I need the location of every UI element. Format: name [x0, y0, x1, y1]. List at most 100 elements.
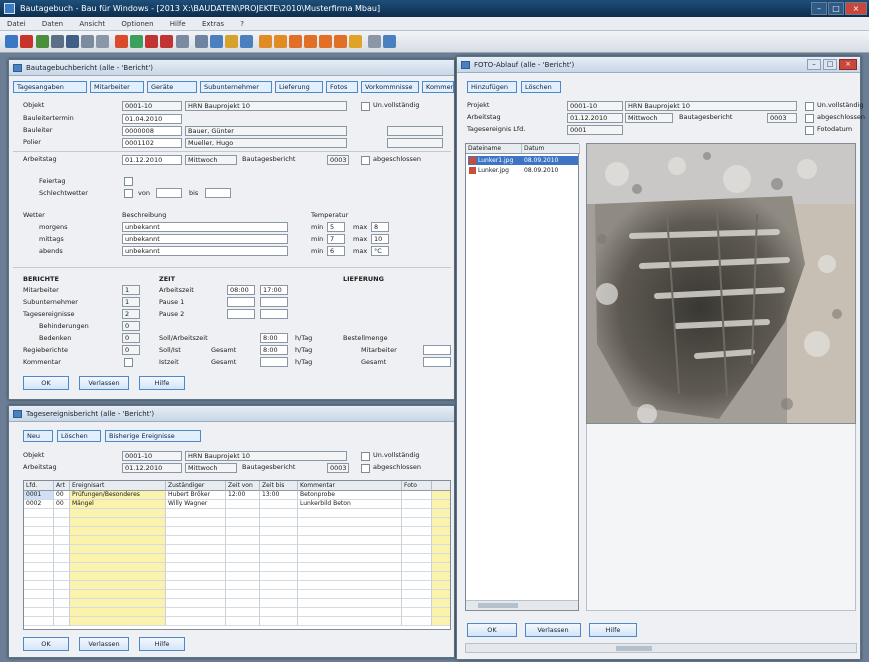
schlechtwetter-von-field[interactable]: [156, 188, 182, 198]
wetter-morgens-max-field[interactable]: 8: [371, 222, 389, 232]
wochentag-field[interactable]: Mittwoch: [625, 113, 673, 123]
table-cell[interactable]: Hubert Bröker: [166, 491, 226, 500]
cancel-icon[interactable]: [145, 35, 158, 48]
pause2-bis-field[interactable]: [260, 309, 288, 319]
maximize-icon[interactable]: □: [823, 59, 837, 70]
table-cell[interactable]: [166, 617, 226, 626]
table-cell[interactable]: [226, 545, 260, 554]
table-cell[interactable]: [260, 590, 298, 599]
refresh-icon[interactable]: [349, 35, 362, 48]
tagesereignis-nr-field[interactable]: 0001: [567, 125, 623, 135]
behinderungen-count[interactable]: 0: [122, 321, 140, 331]
menu-help[interactable]: ?: [233, 17, 251, 31]
chart-icon[interactable]: [210, 35, 223, 48]
col-dateiname[interactable]: Dateiname: [466, 144, 522, 154]
arbeitstag-field[interactable]: 01.12.2010: [122, 463, 182, 473]
ok-button[interactable]: OK: [467, 623, 517, 637]
check-icon[interactable]: [130, 35, 143, 48]
window-title-bar[interactable]: Tagesereignisbericht (alle - 'Bericht'): [9, 406, 454, 422]
arrow-right-icon[interactable]: [274, 35, 287, 48]
table-cell[interactable]: [402, 608, 432, 617]
ok-button[interactable]: OK: [23, 376, 69, 390]
pause2-von-field[interactable]: [227, 309, 255, 319]
table-cell[interactable]: [226, 500, 260, 509]
table-cell[interactable]: [166, 572, 226, 581]
unvollstaendig-checkbox[interactable]: [805, 102, 814, 111]
table-cell[interactable]: [70, 563, 166, 572]
table-cell[interactable]: [432, 536, 450, 545]
table-cell[interactable]: [432, 509, 450, 518]
table-cell[interactable]: [432, 572, 450, 581]
table-cell[interactable]: [226, 590, 260, 599]
scrollbar-thumb[interactable]: [478, 603, 518, 608]
table-cell[interactable]: [24, 536, 54, 545]
abgeschlossen-checkbox[interactable]: [361, 156, 370, 165]
table-cell[interactable]: [54, 527, 70, 536]
table-cell[interactable]: 00: [54, 491, 70, 500]
table-cell[interactable]: [24, 545, 54, 554]
list-item[interactable]: Lunker1.jpg 08.09.2010: [468, 156, 578, 165]
close-doc-icon[interactable]: [160, 35, 173, 48]
soll-ist-field[interactable]: 8:00: [260, 345, 288, 355]
tab-fotos[interactable]: Fotos: [326, 81, 358, 93]
table-cell[interactable]: [24, 617, 54, 626]
table-cell[interactable]: [24, 608, 54, 617]
window-title-bar[interactable]: Bautagebuchbericht (alle - 'Bericht'): [9, 60, 454, 76]
table-cell[interactable]: [54, 554, 70, 563]
table-cell[interactable]: [54, 599, 70, 608]
table-cell[interactable]: [298, 617, 402, 626]
minimize-icon[interactable]: –: [811, 2, 827, 15]
table-cell[interactable]: [432, 491, 450, 500]
table-cell[interactable]: 0002: [24, 500, 54, 509]
arbeitszeit-von-field[interactable]: 08:00: [227, 285, 255, 295]
unvollstaendig-checkbox[interactable]: [361, 102, 370, 111]
table-cell[interactable]: [432, 599, 450, 608]
col-datum[interactable]: Datum: [522, 144, 580, 154]
table-cell[interactable]: [402, 554, 432, 563]
table-cell[interactable]: [70, 572, 166, 581]
table-cell[interactable]: [24, 581, 54, 590]
table-cell[interactable]: [70, 590, 166, 599]
open-icon[interactable]: [51, 35, 64, 48]
table-cell[interactable]: [432, 518, 450, 527]
menu-daten[interactable]: Daten: [35, 17, 70, 31]
table-cell[interactable]: [226, 518, 260, 527]
table-cell[interactable]: [298, 572, 402, 581]
table-cell[interactable]: [226, 617, 260, 626]
col-foto[interactable]: Foto: [402, 481, 432, 491]
table-cell[interactable]: [70, 536, 166, 545]
table-cell[interactable]: [402, 572, 432, 581]
close-icon[interactable]: ×: [839, 59, 857, 70]
objekt-nr-field[interactable]: 0001-10: [122, 451, 182, 461]
col-zeit-von[interactable]: Zeit von: [226, 481, 260, 491]
table-cell[interactable]: [260, 545, 298, 554]
table-cell[interactable]: [24, 518, 54, 527]
table-cell[interactable]: [432, 563, 450, 572]
table-cell[interactable]: [226, 599, 260, 608]
back-icon[interactable]: [5, 35, 18, 48]
table-cell[interactable]: [226, 536, 260, 545]
table-cell[interactable]: [432, 617, 450, 626]
bauleiter-name-field[interactable]: Bauer, Günter: [185, 126, 347, 136]
tab-vorkommnisse[interactable]: Vorkommnisse: [361, 81, 419, 93]
col-lfd[interactable]: Lfd.: [24, 481, 54, 491]
table-cell[interactable]: [54, 617, 70, 626]
table-cell[interactable]: [70, 608, 166, 617]
polier-nr-field[interactable]: 0001102: [122, 138, 182, 148]
table-cell[interactable]: [226, 509, 260, 518]
wetter-mittags-min-field[interactable]: 7: [327, 234, 345, 244]
table-cell[interactable]: [298, 581, 402, 590]
table-cell[interactable]: [24, 563, 54, 572]
table-cell[interactable]: [166, 599, 226, 608]
table-cell[interactable]: Mängel: [70, 500, 166, 509]
table-cell[interactable]: [54, 563, 70, 572]
wetter-mittags-max-field[interactable]: 10: [371, 234, 389, 244]
pause1-von-field[interactable]: [227, 297, 255, 307]
table-cell[interactable]: [260, 518, 298, 527]
abgeschlossen-checkbox[interactable]: [805, 114, 814, 123]
projekt-name-field[interactable]: HRN Bauprojekt 10: [625, 101, 797, 111]
next-icon[interactable]: [319, 35, 332, 48]
table-cell[interactable]: [402, 545, 432, 554]
tab-mitarbeiter[interactable]: Mitarbeiter: [90, 81, 144, 93]
table-cell[interactable]: [402, 599, 432, 608]
